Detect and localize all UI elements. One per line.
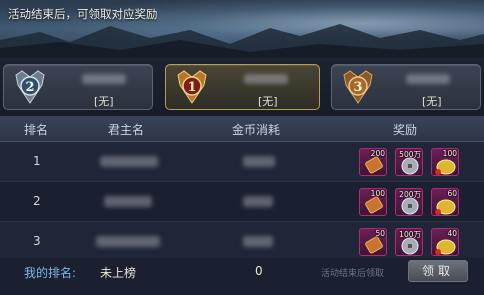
podium-rank-number: 1 xyxy=(187,80,196,95)
podium-rank-number: 2 xyxy=(25,80,34,95)
my-rank-label: 我的排名: xyxy=(24,266,77,280)
reward-count: 60 xyxy=(447,189,457,198)
my-rank-footer: 我的排名: 未上榜 0 活动结束后领取 领取 xyxy=(0,258,484,295)
claim-hint: 活动结束后领取 xyxy=(321,269,385,279)
header-lord-name: 君主名 xyxy=(108,123,145,137)
header-rank: 排名 xyxy=(24,123,49,137)
reward-count: 100万 xyxy=(399,230,421,239)
table-row: 1 200 500万 100 xyxy=(0,142,484,182)
gold-spent-blurred xyxy=(243,156,275,167)
silver-medal-icon: 2 xyxy=(15,70,45,104)
row-rank: 1 xyxy=(33,154,41,168)
podium-cards: 2 [无] 1 [无] 3 [无] xyxy=(0,58,484,116)
player-name-blurred xyxy=(406,74,450,84)
podium-value: [无] xyxy=(94,95,114,108)
gold-spent-blurred xyxy=(243,196,273,207)
player-name-blurred xyxy=(104,196,152,207)
header-gold-spent: 金币消耗 xyxy=(232,123,281,137)
player-name-blurred xyxy=(96,236,160,247)
player-name-blurred xyxy=(244,74,288,84)
banner-text: 活动结束后，可领取对应奖励 xyxy=(8,7,158,21)
event-banner: 活动结束后，可领取对应奖励 xyxy=(0,0,484,58)
reward-gold[interactable]: 100 xyxy=(431,148,459,176)
podium-card-rank-1[interactable]: 1 [无] xyxy=(165,64,320,110)
reward-count: 200万 xyxy=(399,190,421,199)
reward-gold[interactable]: 40 xyxy=(431,228,459,256)
reward-silver[interactable]: 200万 xyxy=(395,188,423,216)
claim-button[interactable]: 领取 xyxy=(408,260,468,282)
reward-scroll[interactable]: 100 xyxy=(359,188,387,216)
reward-count: 40 xyxy=(447,229,457,238)
gold-spent-blurred xyxy=(243,236,273,247)
player-name-blurred xyxy=(100,156,158,167)
table-header: 排名 君主名 金币消耗 奖励 xyxy=(0,116,484,142)
bronze-medal-icon: 3 xyxy=(343,70,373,104)
reward-count: 100 xyxy=(442,149,457,158)
header-reward: 奖励 xyxy=(393,123,418,137)
reward-count: 200 xyxy=(370,149,385,158)
player-name-blurred xyxy=(82,74,126,84)
podium-value: [无] xyxy=(258,95,278,108)
table-row: 3 50 100万 40 xyxy=(0,222,484,262)
reward-count: 500万 xyxy=(399,150,421,159)
podium-card-rank-2[interactable]: 2 [无] xyxy=(3,64,153,110)
my-gold-spent: 0 xyxy=(255,264,263,278)
table-row: 2 100 200万 60 xyxy=(0,182,484,222)
reward-silver[interactable]: 500万 xyxy=(395,148,423,176)
gold-medal-icon: 1 xyxy=(177,70,207,104)
podium-card-rank-3[interactable]: 3 [无] xyxy=(331,64,481,110)
mountain-scenery xyxy=(0,24,484,58)
row-rank: 2 xyxy=(33,194,41,208)
reward-scroll[interactable]: 50 xyxy=(359,228,387,256)
my-rank-value: 未上榜 xyxy=(100,266,137,280)
reward-count: 100 xyxy=(370,189,385,198)
reward-gold[interactable]: 60 xyxy=(431,188,459,216)
reward-silver[interactable]: 100万 xyxy=(395,228,423,256)
row-rank: 3 xyxy=(33,234,41,248)
podium-value: [无] xyxy=(422,95,442,108)
reward-scroll[interactable]: 200 xyxy=(359,148,387,176)
reward-count: 50 xyxy=(375,229,385,238)
podium-rank-number: 3 xyxy=(353,80,362,95)
